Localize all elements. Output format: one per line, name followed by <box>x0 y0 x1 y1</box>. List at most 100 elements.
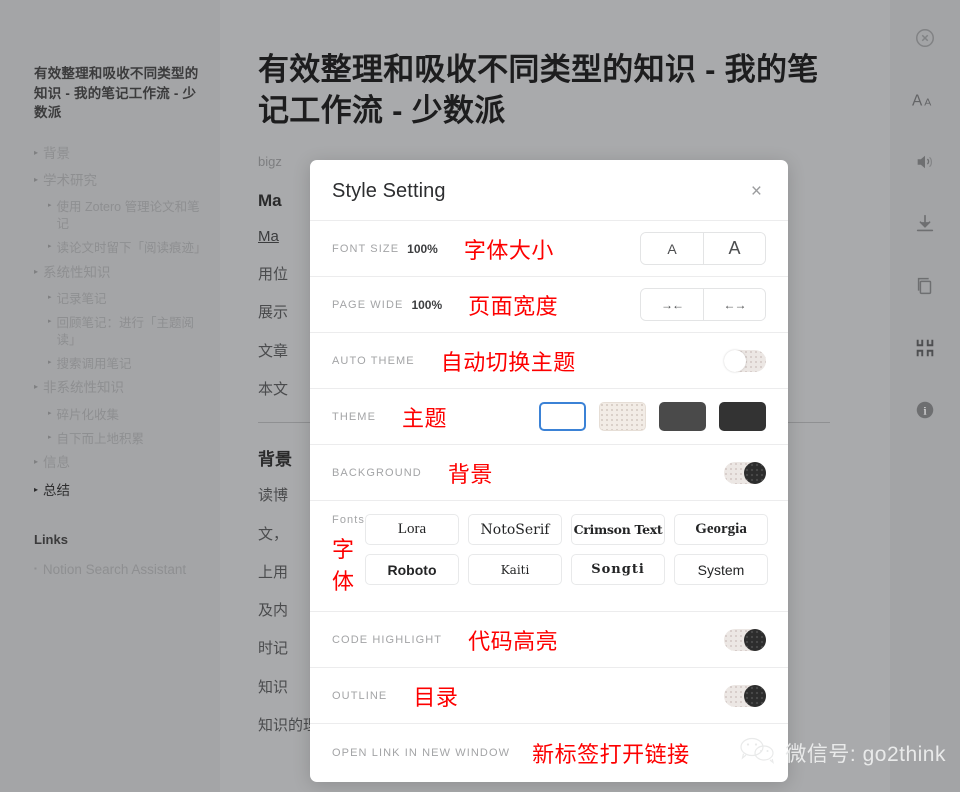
caret-right-icon: ▸ <box>34 264 38 279</box>
sidebar-item-review-notes[interactable]: ▸ 回顾笔记：进行「主题阅读」 <box>34 315 204 349</box>
caret-right-icon: ▸ <box>48 356 52 371</box>
row-open-link-new-window: Open Link In New Window 新标签打开链接 <box>310 724 788 782</box>
font-option-georgia[interactable]: Georgia <box>674 514 768 545</box>
sidebar-item-label: 背景 <box>43 145 70 163</box>
outline-toggle[interactable] <box>724 685 766 707</box>
font-option-kaiti[interactable]: Kaiti <box>468 554 562 585</box>
caret-right-icon: ▸ <box>34 379 38 394</box>
theme-black-swatch[interactable] <box>719 402 766 431</box>
sidebar-item-label: 学术研究 <box>43 172 97 190</box>
sidebar-item-nonsystematic-knowledge[interactable]: ▸ 非系统性知识 <box>34 379 204 397</box>
caret-right-icon: ▸ <box>48 407 52 422</box>
auto-theme-annotation: 自动切换主题 <box>441 345 576 377</box>
fonts-annotation: 字体 <box>332 532 365 596</box>
page-widen-button[interactable]: ←→ <box>703 289 765 320</box>
sidebar-item-label: 搜索调用笔记 <box>57 356 132 373</box>
sidebar-item-search-notes[interactable]: ▸ 搜索调用笔记 <box>34 356 204 373</box>
sidebar-item-label: 读论文时留下「阅读痕迹」 <box>57 240 204 257</box>
font-size-value: 100% <box>407 242 438 256</box>
row-background: Background 背景 <box>310 445 788 501</box>
sidebar-item-label: 使用 Zotero 管理论文和笔记 <box>57 199 204 233</box>
style-setting-dialog: Style Setting × Font Size 100% 字体大小 A A … <box>310 160 788 782</box>
sidebar-item-label: 总结 <box>43 482 70 500</box>
sidebar-item-label: 碎片化收集 <box>57 407 120 424</box>
dialog-header: Style Setting × <box>310 160 788 221</box>
auto-theme-toggle[interactable] <box>724 350 766 372</box>
caret-right-icon: ▸ <box>34 145 38 160</box>
auto-theme-label: Auto Theme <box>332 355 415 367</box>
row-auto-theme: Auto Theme 自动切换主题 <box>310 333 788 389</box>
font-option-crimson-text[interactable]: Crimson Text <box>571 514 665 545</box>
sidebar-item-academic-research[interactable]: ▸ 学术研究 <box>34 172 204 190</box>
caret-right-icon: ▸ <box>34 172 38 187</box>
sidebar-item-zotero[interactable]: ▸ 使用 Zotero 管理论文和笔记 <box>34 199 204 233</box>
caret-right-icon: ▸ <box>48 431 52 446</box>
theme-dark-swatch[interactable] <box>659 402 706 431</box>
open-link-annotation: 新标签打开链接 <box>532 737 690 769</box>
row-font-size: Font Size 100% 字体大小 A A <box>310 221 788 277</box>
collapse-icon[interactable] <box>903 326 947 370</box>
sidebar-item-label: 回顾笔记：进行「主题阅读」 <box>57 315 204 349</box>
sidebar-item-bottom-up[interactable]: ▸ 自下而上地积累 <box>34 431 204 448</box>
caret-right-icon: ▸ <box>34 454 38 469</box>
font-option-lora[interactable]: Lora <box>365 514 459 545</box>
page-narrow-button[interactable]: →← <box>641 289 703 320</box>
sidebar-item-reading-traces[interactable]: ▸ 读论文时留下「阅读痕迹」 <box>34 240 204 257</box>
font-option-notoserif[interactable]: NotoSerif <box>468 514 562 545</box>
code-highlight-annotation: 代码高亮 <box>468 624 558 656</box>
font-option-system[interactable]: System <box>674 554 768 585</box>
caret-right-icon: ▸ <box>34 482 38 497</box>
copy-icon[interactable] <box>903 264 947 308</box>
font-option-songti[interactable]: Songti <box>571 554 665 585</box>
caret-right-icon: ▸ <box>48 291 52 306</box>
download-icon[interactable] <box>903 202 947 246</box>
code-highlight-toggle[interactable] <box>724 629 766 651</box>
font-option-roboto[interactable]: Roboto <box>365 554 459 585</box>
sidebar-item-background[interactable]: ▸ 背景 <box>34 145 204 163</box>
sidebar-item-fragment-collection[interactable]: ▸ 碎片化收集 <box>34 407 204 424</box>
info-icon[interactable]: i <box>903 388 947 432</box>
row-fonts: Fonts 字体 Lora NotoSerif Crimson Text Geo… <box>310 501 788 612</box>
row-outline: Outline 目录 <box>310 668 788 724</box>
sidebar-item-systematic-knowledge[interactable]: ▸ 系统性知识 <box>34 264 204 282</box>
toggle-knob <box>744 462 766 484</box>
toolbar-rail: A A <box>890 0 960 792</box>
toggle-knob <box>724 350 746 372</box>
page-wide-stepper: →← ←→ <box>640 288 766 321</box>
sidebar-item-label: 记录笔记 <box>57 291 107 308</box>
sidebar-link-label: Notion Search Assistant <box>43 561 186 579</box>
sidebar-item-information[interactable]: ▸ 信息 <box>34 454 204 472</box>
dialog-title: Style Setting <box>332 180 446 203</box>
article-title: 有效整理和吸收不同类型的知识 - 我的笔记工作流 - 少数派 <box>258 50 830 132</box>
code-highlight-label: Code Highlight <box>332 634 442 646</box>
font-size-decrease-button[interactable]: A <box>641 233 703 264</box>
background-label: Background <box>332 467 422 479</box>
page-wide-value: 100% <box>411 298 442 312</box>
font-size-increase-button[interactable]: A <box>703 233 765 264</box>
links-heading: Links <box>34 530 204 550</box>
outline-sidebar: 有效整理和吸收不同类型的知识 - 我的笔记工作流 - 少数派 ▸ 背景 ▸ 学术… <box>0 0 220 792</box>
sidebar-item-label: 非系统性知识 <box>43 379 124 397</box>
background-toggle[interactable] <box>724 462 766 484</box>
theme-sepia-swatch[interactable] <box>599 402 646 431</box>
theme-light-swatch[interactable] <box>539 402 586 431</box>
fonts-grid: Lora NotoSerif Crimson Text Georgia Robo… <box>365 514 768 585</box>
page-wide-label: Page Wide <box>332 299 403 311</box>
sidebar-item-summary[interactable]: ▸ 总结 <box>34 482 204 500</box>
row-theme: Theme 主题 <box>310 389 788 445</box>
outline-label: Outline <box>332 690 387 702</box>
svg-text:A: A <box>912 93 923 110</box>
font-size-annotation: 字体大小 <box>464 233 554 265</box>
row-page-wide: Page Wide 100% 页面宽度 →← ←→ <box>310 277 788 333</box>
close-icon[interactable]: × <box>747 180 766 203</box>
close-circle-icon[interactable] <box>903 16 947 60</box>
open-link-label: Open Link In New Window <box>332 747 510 759</box>
font-size-stepper: A A <box>640 232 766 265</box>
background-annotation: 背景 <box>448 457 493 489</box>
speaker-icon[interactable] <box>903 140 947 184</box>
fonts-label: Fonts <box>332 514 365 526</box>
font-size-icon[interactable]: A A <box>903 78 947 122</box>
sidebar-link-notion-search-assistant[interactable]: ▪ Notion Search Assistant <box>34 561 204 579</box>
sidebar-item-take-notes[interactable]: ▸ 记录笔记 <box>34 291 204 308</box>
row-code-highlight: Code Highlight 代码高亮 <box>310 612 788 668</box>
